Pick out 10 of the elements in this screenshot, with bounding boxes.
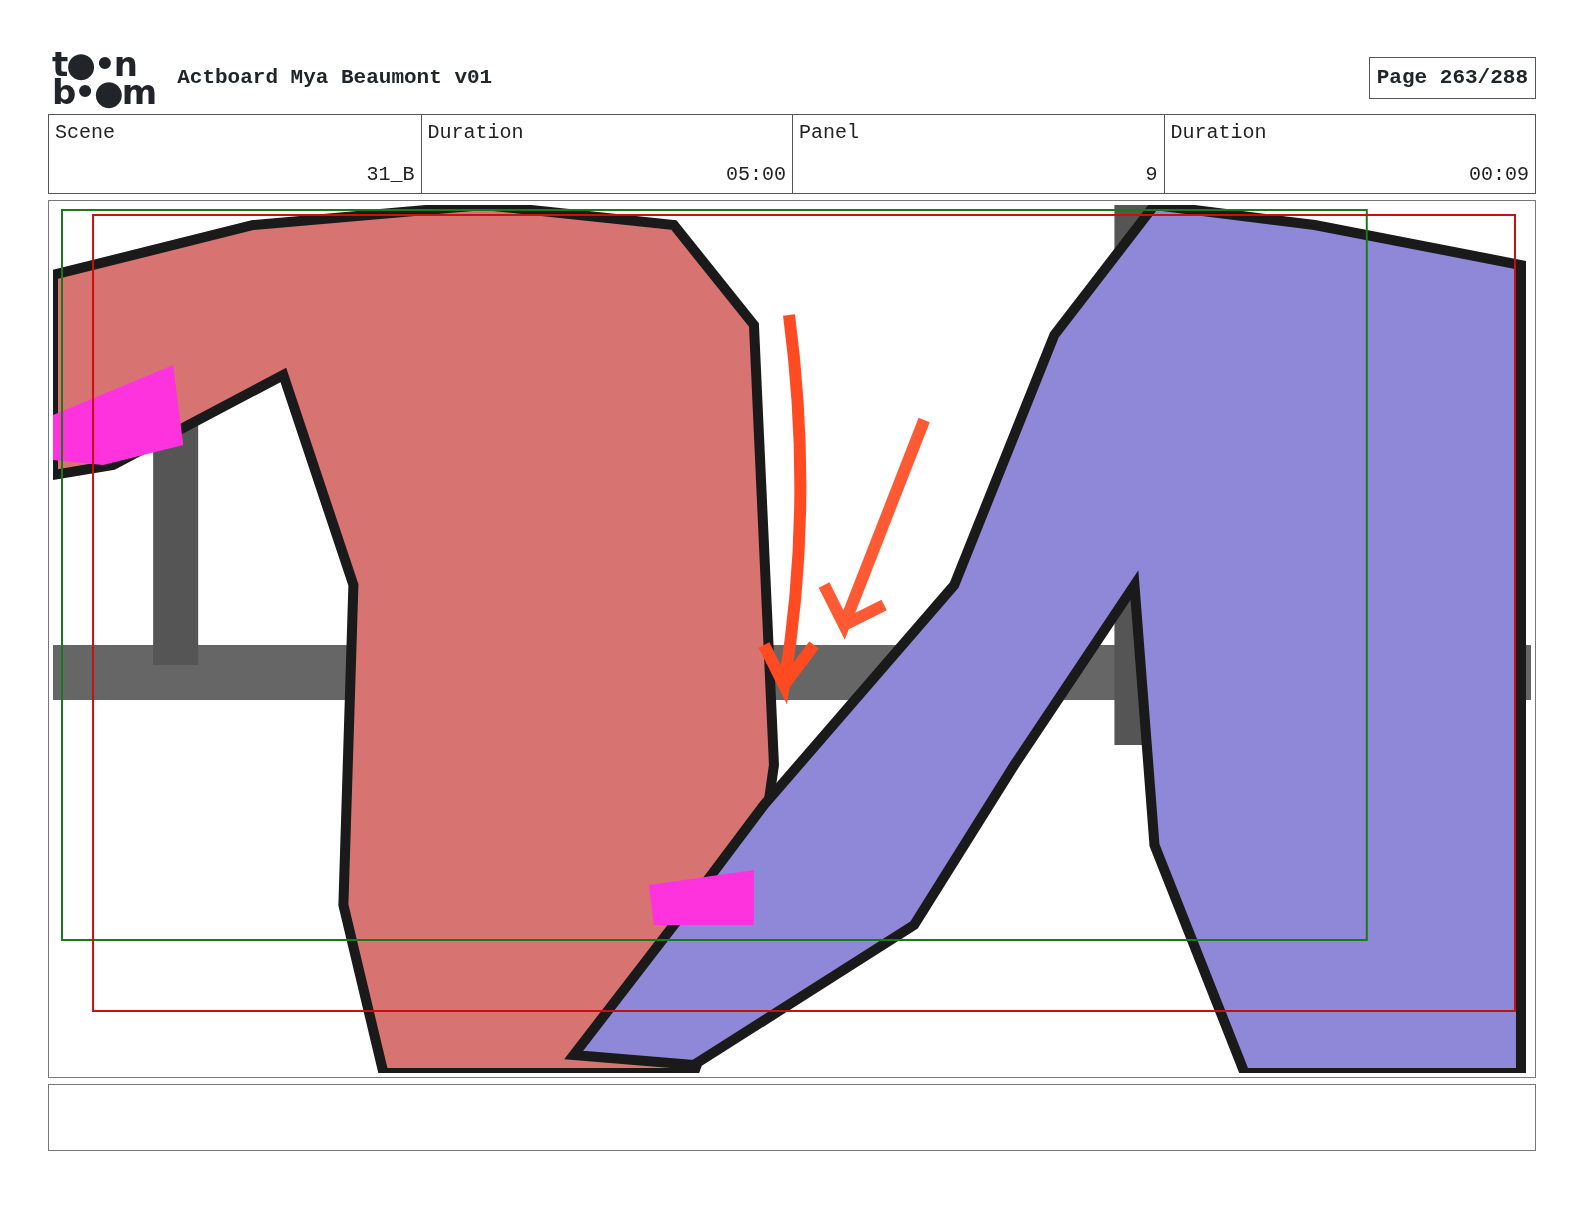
field-value: 05:00 [725,162,786,188]
document-title: Actboard Mya Beaumont v01 [177,65,493,92]
field-value: 00:09 [1468,162,1529,188]
field-label: Panel [799,120,860,146]
field-value: 31_B [365,162,415,188]
field-value: 9 [1144,162,1158,188]
field-label: Duration [427,120,525,146]
page-number: Page 263/288 [1368,57,1536,99]
field-label: Scene [55,120,116,146]
field-label: Duration [1170,120,1268,146]
